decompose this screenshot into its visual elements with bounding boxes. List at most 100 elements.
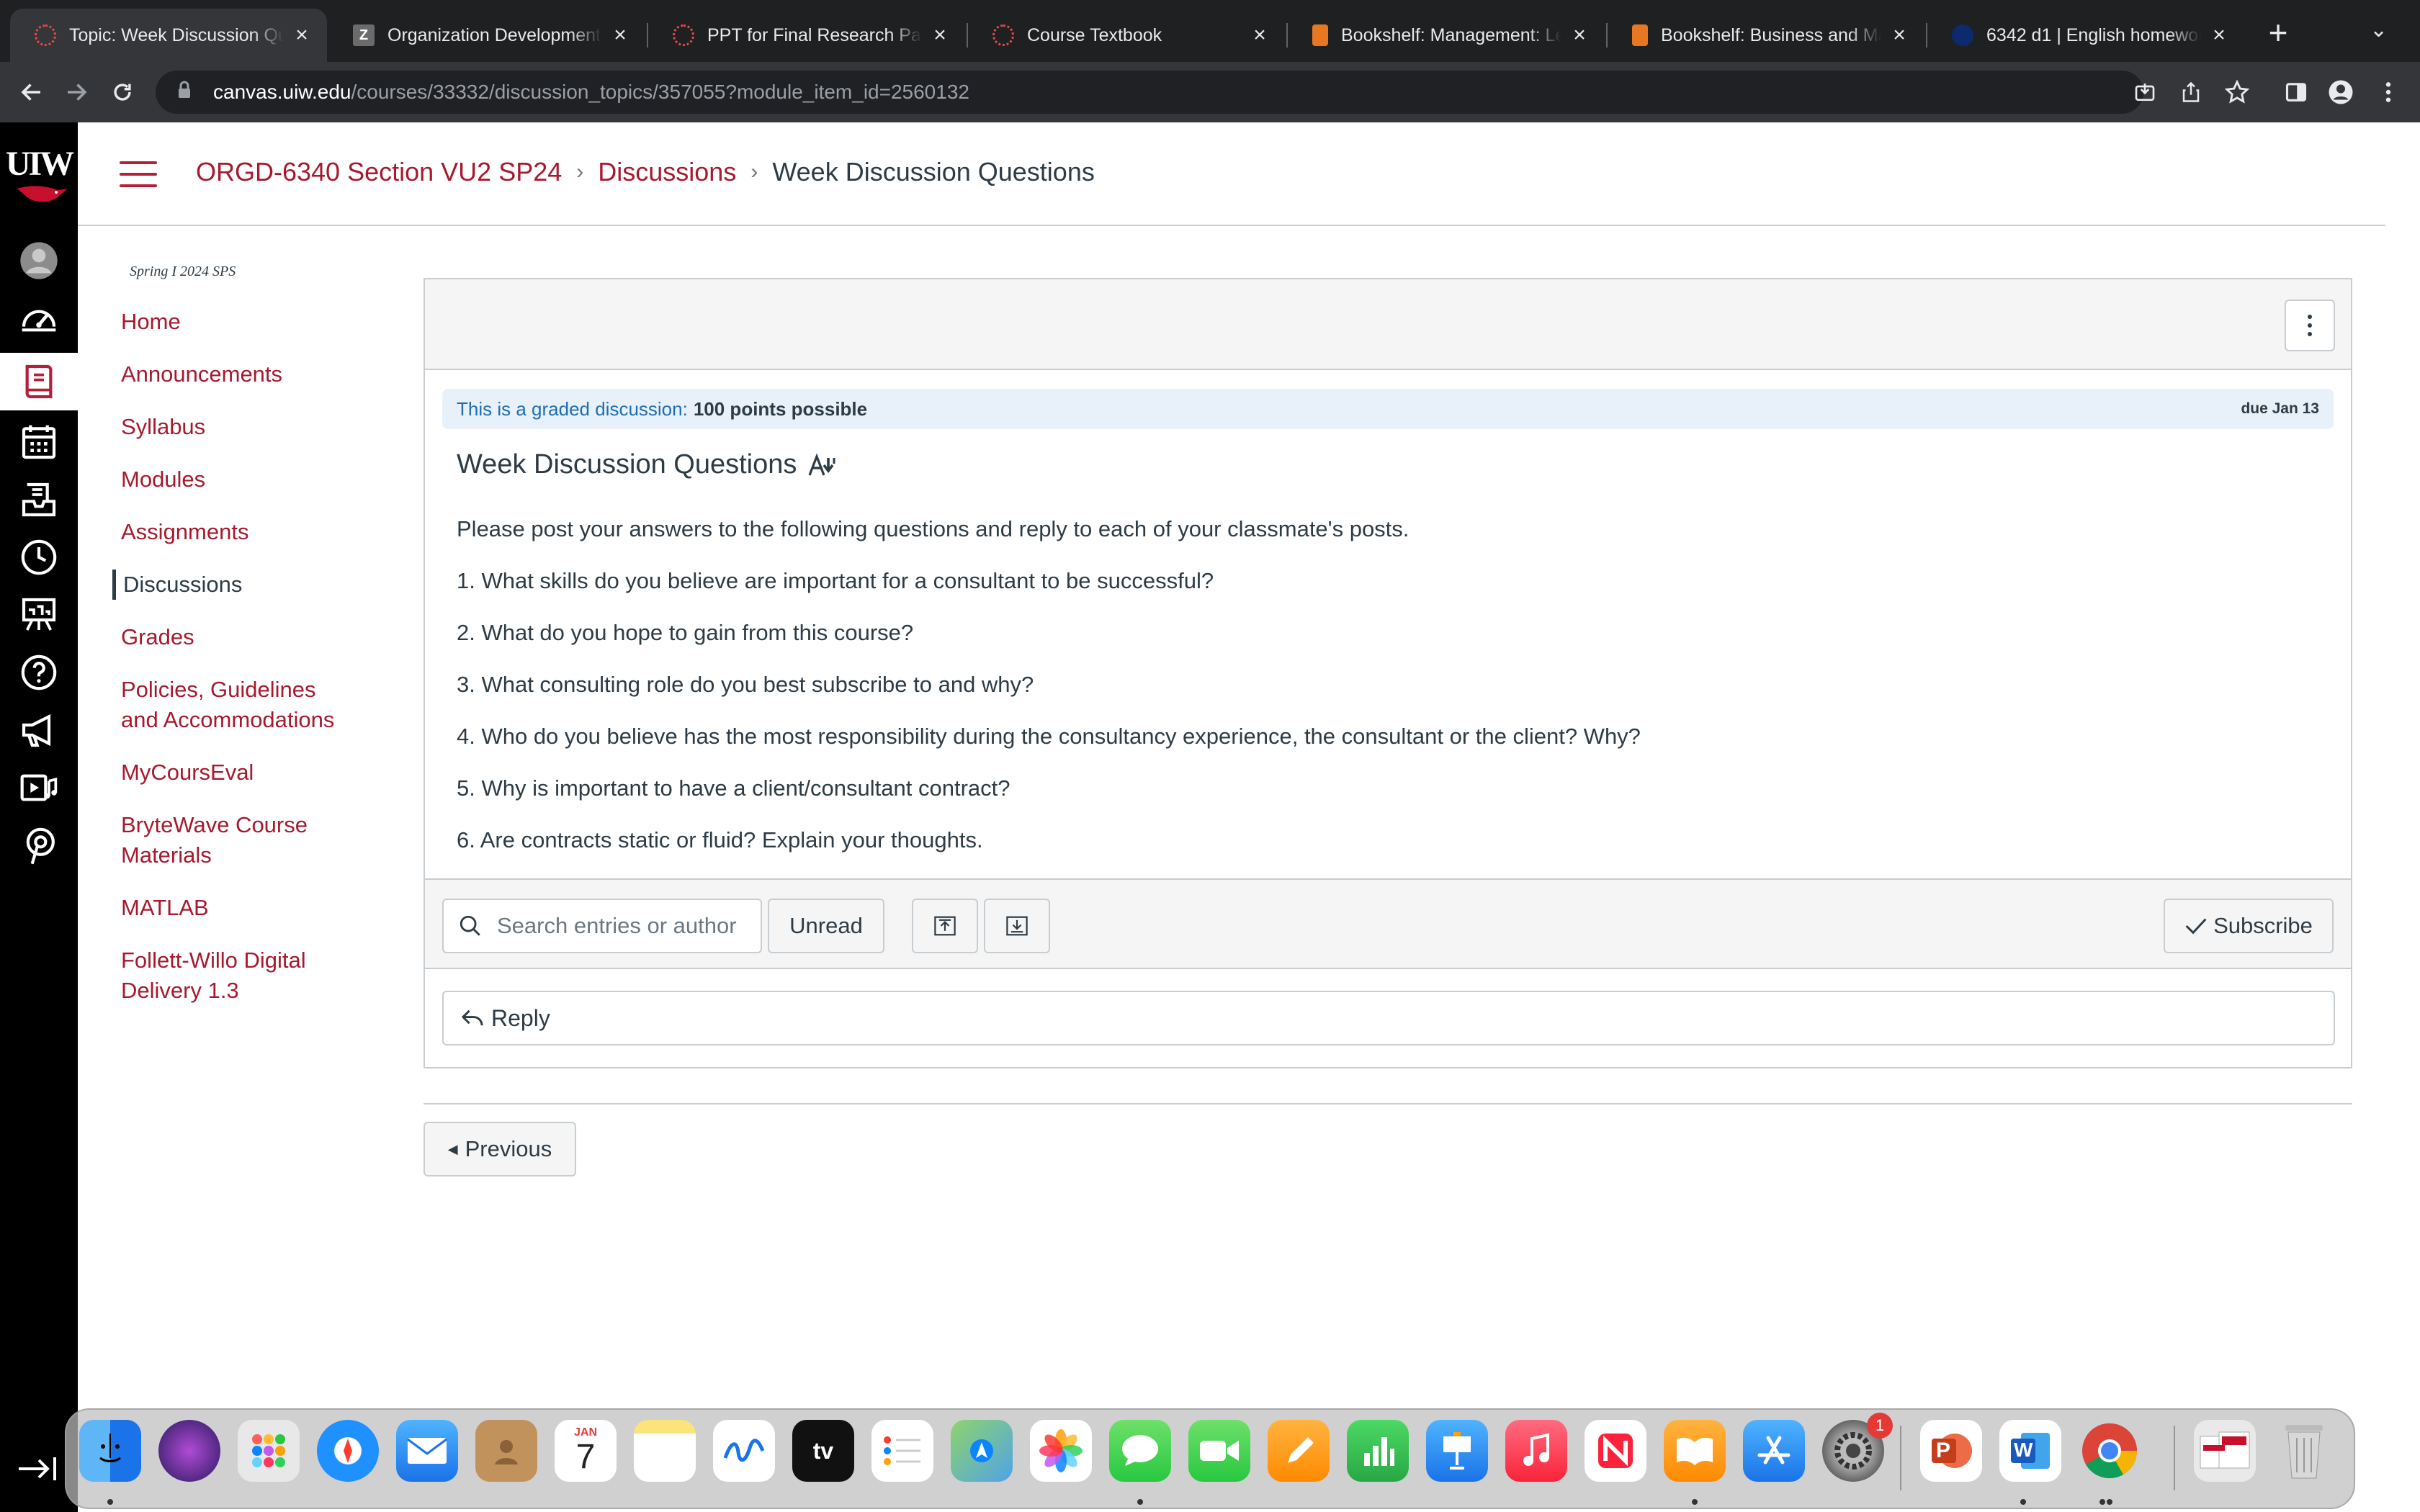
books-icon[interactable]: [1664, 1420, 1726, 1482]
chrome-icon[interactable]: [2079, 1420, 2141, 1482]
downloads-stack-icon[interactable]: [2194, 1420, 2256, 1482]
tab-discussion-topic[interactable]: Topic: Week Discussion Questions ×: [10, 9, 327, 62]
tab-english-homework[interactable]: 6342 d1 | English homework ×: [1927, 9, 2244, 62]
calendar-app-icon[interactable]: JAN 7: [555, 1420, 617, 1482]
notes-icon[interactable]: [634, 1420, 696, 1482]
topic-title: Week Discussion Questions: [457, 449, 840, 480]
tab-bookshelf-management[interactable]: Bookshelf: Management: Leading ×: [1288, 9, 1605, 62]
close-tab-icon[interactable]: ×: [609, 23, 631, 48]
media-icon[interactable]: [0, 759, 78, 816]
close-tab-icon[interactable]: ×: [1249, 23, 1270, 48]
close-tab-icon[interactable]: ×: [1569, 23, 1590, 48]
tab-bookshelf-business[interactable]: Bookshelf: Business and Management ×: [1608, 9, 1924, 62]
contacts-icon[interactable]: [475, 1420, 537, 1482]
close-tab-icon[interactable]: ×: [1888, 23, 1910, 48]
music-icon[interactable]: [1505, 1420, 1567, 1482]
pinterest-tool-icon[interactable]: [0, 816, 78, 874]
announcements-megaphone-icon[interactable]: [0, 701, 78, 759]
course-nav-matlab[interactable]: MATLAB: [112, 893, 350, 923]
forward-icon[interactable]: [55, 71, 98, 114]
app-store-icon[interactable]: [1743, 1420, 1805, 1482]
course-nav-mycourseval[interactable]: MyCoursEval: [112, 757, 350, 788]
photos-icon[interactable]: [1030, 1420, 1092, 1482]
finder-icon[interactable]: [79, 1420, 141, 1482]
inbox-icon[interactable]: [0, 471, 78, 528]
dashboard-icon[interactable]: [0, 289, 78, 347]
cardinal-logo-icon: [17, 186, 68, 202]
new-tab-button[interactable]: +: [2260, 14, 2296, 50]
translate-icon[interactable]: [807, 452, 840, 478]
url-host: canvas.uiw.edu: [213, 81, 351, 103]
course-menu-toggle[interactable]: [120, 161, 157, 187]
tab-search-chevron-icon[interactable]: ⌄: [2370, 17, 2388, 42]
uiw-logo[interactable]: UIW: [0, 144, 78, 184]
install-app-icon[interactable]: [2126, 73, 2164, 111]
reload-icon[interactable]: [101, 71, 144, 114]
course-nav-home[interactable]: Home: [112, 307, 350, 337]
course-nav-announcements[interactable]: Announcements: [112, 359, 350, 390]
bookshelf-favicon-icon: [1312, 24, 1328, 46]
lock-icon: [177, 81, 196, 104]
course-nav-syllabus[interactable]: Syllabus: [112, 412, 350, 442]
points-possible: 100 points possible: [693, 397, 868, 420]
search-field[interactable]: [442, 899, 762, 953]
course-nav-grades[interactable]: Grades: [112, 622, 350, 652]
sort-ascending-button[interactable]: [912, 899, 978, 953]
powerpoint-icon[interactable]: P: [1920, 1420, 1982, 1482]
course-nav-discussions[interactable]: Discussions: [112, 570, 350, 600]
search-input[interactable]: [497, 913, 756, 939]
tab-organization-development[interactable]: Z Organization Development Fundamentals …: [328, 9, 645, 62]
topic-options-kebab-icon[interactable]: [2285, 300, 2335, 351]
launchpad-icon[interactable]: [238, 1420, 300, 1482]
breadcrumb-course-link[interactable]: ORGD-6340 Section VU2 SP24: [196, 157, 562, 187]
studio-icon[interactable]: [0, 586, 78, 644]
keynote-icon[interactable]: [1426, 1420, 1488, 1482]
share-icon[interactable]: [2172, 73, 2210, 111]
address-bar[interactable]: canvas.uiw.edu/courses/33332/discussion_…: [156, 71, 2143, 114]
tab-title: Course Textbook: [1027, 24, 1162, 45]
caret-left-icon: ◀: [447, 1141, 458, 1156]
news-icon[interactable]: [1585, 1420, 1646, 1482]
trash-icon[interactable]: [2273, 1420, 2335, 1482]
side-panel-icon[interactable]: [2277, 73, 2315, 111]
close-tab-icon[interactable]: ×: [2208, 23, 2230, 48]
mail-icon[interactable]: [396, 1420, 458, 1482]
account-icon[interactable]: [0, 232, 78, 289]
freeform-icon[interactable]: [713, 1420, 775, 1482]
help-icon[interactable]: [0, 644, 78, 701]
messages-icon[interactable]: [1109, 1420, 1171, 1482]
course-nav-follett[interactable]: Follett-Willo Digital Delivery 1.3: [112, 945, 350, 1006]
word-icon[interactable]: W: [1999, 1420, 2061, 1482]
tab-course-textbook[interactable]: Course Textbook ×: [968, 9, 1285, 62]
course-nav-policies[interactable]: Policies, Guidelines and Accommodations: [112, 675, 350, 735]
course-nav-modules[interactable]: Modules: [112, 464, 350, 495]
pages-icon[interactable]: [1268, 1420, 1330, 1482]
close-tab-icon[interactable]: ×: [929, 23, 951, 48]
collapse-nav-icon[interactable]: [16, 1454, 59, 1491]
sort-descending-button[interactable]: [984, 899, 1050, 953]
course-nav-brytewave[interactable]: BryteWave Course Materials: [112, 810, 350, 870]
numbers-icon[interactable]: [1347, 1420, 1409, 1482]
close-tab-icon[interactable]: ×: [291, 23, 313, 48]
subscribe-button[interactable]: Subscribe: [2164, 899, 2334, 953]
bookmark-star-icon[interactable]: [2218, 73, 2256, 111]
reply-button[interactable]: Reply: [442, 991, 2335, 1045]
back-icon[interactable]: [10, 71, 53, 114]
breadcrumb-discussions-link[interactable]: Discussions: [598, 157, 736, 187]
term-label: Spring I 2024 SPS: [130, 264, 236, 279]
courses-icon[interactable]: [0, 353, 78, 410]
maps-icon[interactable]: [951, 1420, 1013, 1482]
course-nav-assignments[interactable]: Assignments: [112, 517, 350, 547]
browser-menu-icon[interactable]: [2370, 73, 2407, 111]
safari-icon[interactable]: [317, 1420, 379, 1482]
facetime-icon[interactable]: [1188, 1420, 1250, 1482]
previous-button[interactable]: ◀ Previous: [424, 1122, 576, 1176]
apple-tv-icon[interactable]: tv: [792, 1420, 854, 1482]
tab-ppt-final-research[interactable]: PPT for Final Research Paper ×: [648, 9, 965, 62]
siri-icon[interactable]: [158, 1420, 220, 1482]
calendar-icon[interactable]: [0, 413, 78, 471]
unread-filter-button[interactable]: Unread: [768, 899, 884, 953]
reminders-icon[interactable]: [871, 1420, 933, 1482]
history-clock-icon[interactable]: [0, 528, 78, 586]
profile-icon[interactable]: [2322, 73, 2360, 111]
